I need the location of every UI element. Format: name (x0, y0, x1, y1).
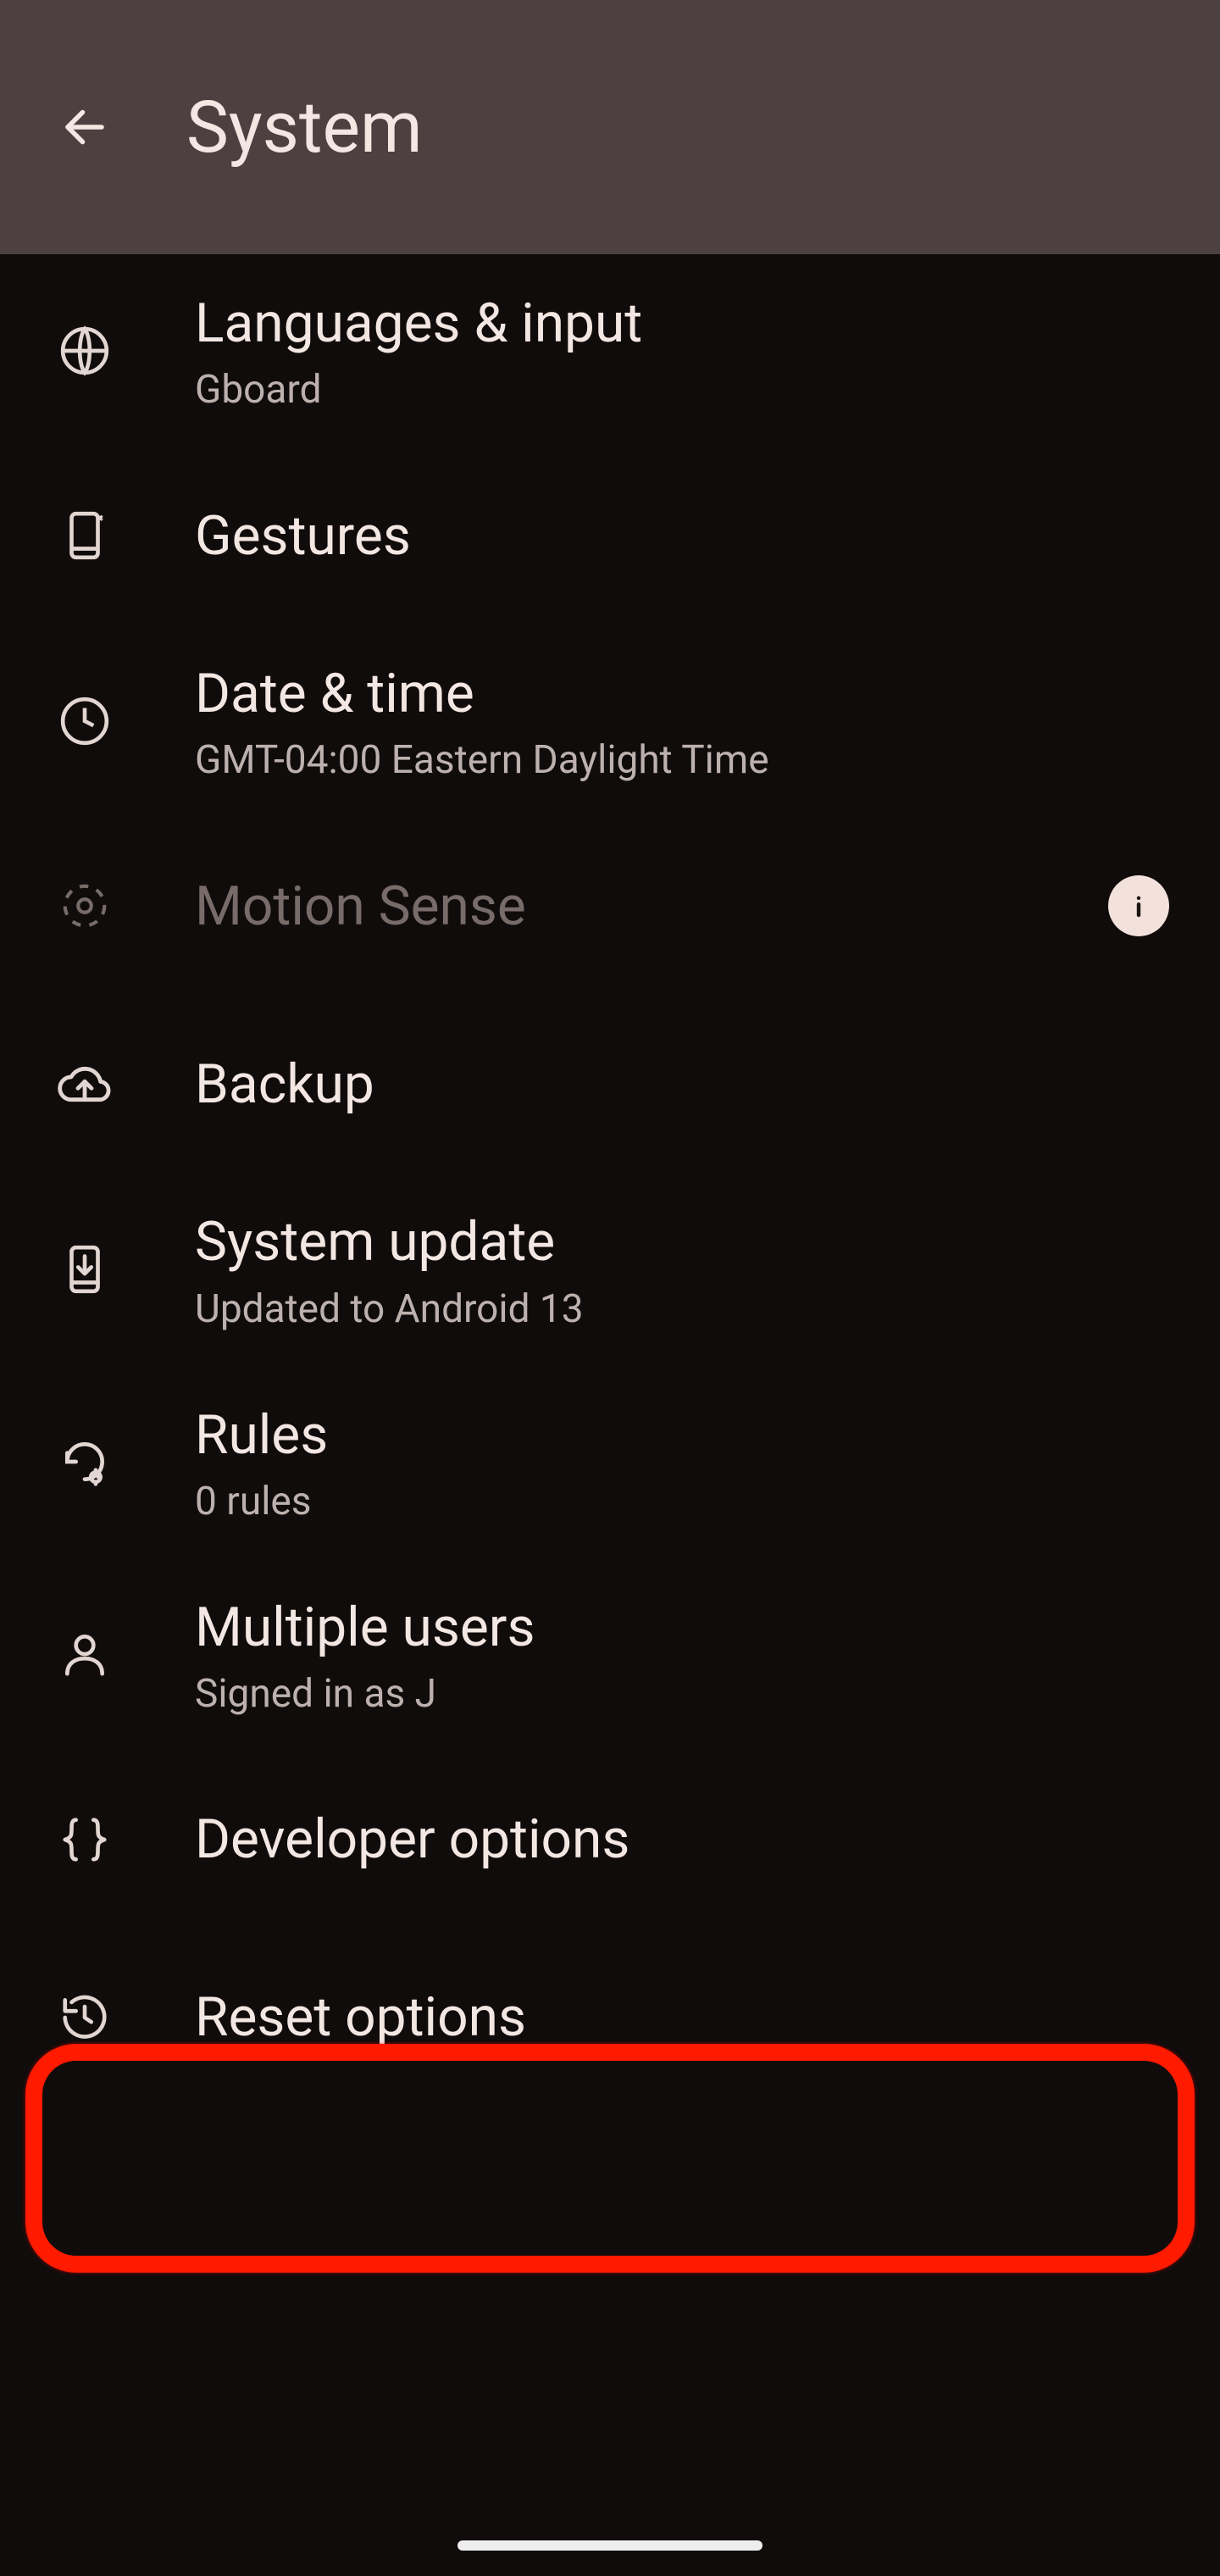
settings-item-text: Gestures (195, 501, 1169, 571)
settings-item-text: Reset options (195, 1982, 1169, 2052)
settings-item-languages-input[interactable]: Languages & input Gboard (0, 254, 1220, 447)
settings-item-date-time[interactable]: Date & time GMT-04:00 Eastern Daylight T… (0, 625, 1220, 817)
history-icon (51, 1984, 119, 2051)
settings-item-backup[interactable]: Backup (0, 995, 1220, 1173)
phone-download-icon (51, 1235, 119, 1303)
app-bar: System (0, 0, 1220, 254)
settings-item-subtitle: Signed in as J (195, 1671, 1169, 1717)
settings-item-text: System update Updated to Android 13 (195, 1207, 1169, 1331)
settings-item-gestures[interactable]: Gestures (0, 447, 1220, 625)
arrow-left-icon (59, 102, 110, 153)
settings-item-text: Languages & input Gboard (195, 288, 1169, 413)
settings-item-text: Rules 0 rules (195, 1400, 1169, 1524)
globe-icon (51, 317, 119, 385)
phone-sparkle-icon (51, 502, 119, 569)
braces-icon (51, 1806, 119, 1874)
settings-item-subtitle: 0 rules (195, 1479, 1169, 1524)
person-icon (51, 1620, 119, 1688)
back-button[interactable] (51, 93, 119, 161)
settings-item-title: Reset options (195, 1982, 1169, 2052)
settings-item-motion-sense: Motion Sense (0, 817, 1220, 995)
settings-item-subtitle: GMT-04:00 Eastern Daylight Time (195, 737, 1169, 783)
settings-item-title: Rules (195, 1400, 1169, 1470)
settings-item-text: Date & time GMT-04:00 Eastern Daylight T… (195, 658, 1169, 783)
settings-item-title: Backup (195, 1049, 1169, 1119)
settings-item-title: Multiple users (195, 1592, 1169, 1663)
settings-item-text: Backup (195, 1049, 1169, 1119)
page-title: System (186, 86, 423, 169)
clock-icon (51, 687, 119, 755)
settings-item-text: Motion Sense (195, 871, 1091, 941)
settings-item-title: Motion Sense (195, 871, 1091, 941)
settings-item-subtitle: Updated to Android 13 (195, 1286, 1169, 1332)
settings-item-title: Gestures (195, 501, 1169, 571)
info-icon (1120, 887, 1157, 924)
cloud-upload-icon (51, 1050, 119, 1118)
settings-item-reset-options[interactable]: Reset options (0, 1929, 1220, 2107)
gesture-navigation-bar[interactable] (458, 2540, 762, 2551)
rules-icon (51, 1428, 119, 1496)
settings-item-text: Developer options (195, 1804, 1169, 1874)
settings-item-system-update[interactable]: System update Updated to Android 13 (0, 1173, 1220, 1365)
settings-item-subtitle: Gboard (195, 367, 1169, 413)
settings-item-title: Date & time (195, 658, 1169, 729)
settings-list: Languages & input Gboard Gestures Date &… (0, 254, 1220, 2107)
motion-sense-icon (51, 872, 119, 940)
settings-item-developer-options[interactable]: Developer options (0, 1751, 1220, 1929)
settings-item-rules[interactable]: Rules 0 rules (0, 1366, 1220, 1558)
settings-item-text: Multiple users Signed in as J (195, 1592, 1169, 1717)
settings-item-multiple-users[interactable]: Multiple users Signed in as J (0, 1558, 1220, 1751)
settings-item-title: Languages & input (195, 288, 1169, 358)
settings-item-title: System update (195, 1207, 1169, 1277)
info-button[interactable] (1108, 875, 1169, 936)
settings-item-title: Developer options (195, 1804, 1169, 1874)
